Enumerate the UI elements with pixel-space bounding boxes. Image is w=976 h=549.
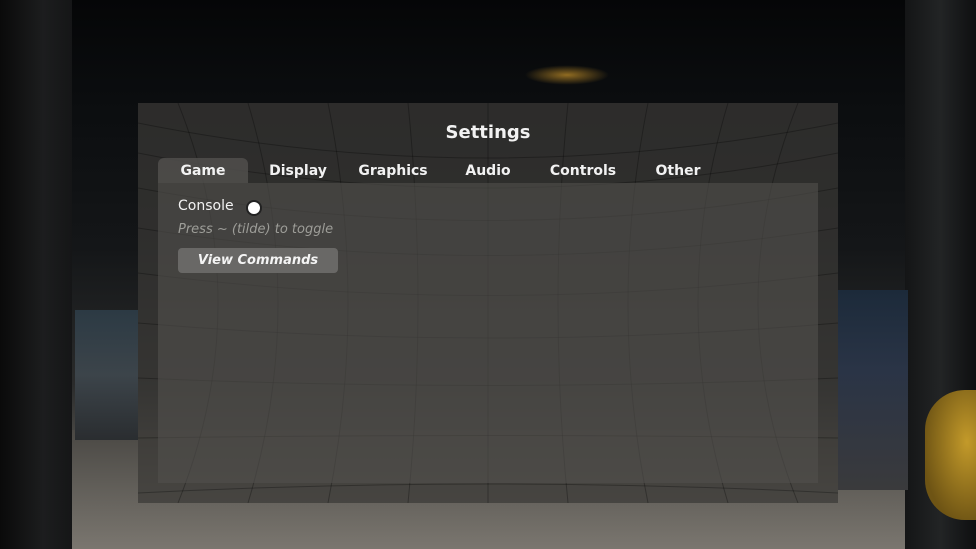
- settings-panel: Settings Game Display Graphics Audio Con…: [138, 103, 838, 503]
- tab-audio[interactable]: Audio: [443, 158, 533, 183]
- toggle-dot-icon: [248, 202, 260, 214]
- tab-display[interactable]: Display: [253, 158, 343, 183]
- background-shelf-right: [838, 290, 908, 490]
- settings-title: Settings: [445, 122, 531, 143]
- background-shelf-left: [75, 310, 138, 440]
- console-hint: Press ~ (tilde) to toggle: [178, 222, 334, 237]
- background-pillar-left: [0, 0, 72, 549]
- tab-other[interactable]: Other: [633, 158, 723, 183]
- tab-game[interactable]: Game: [158, 158, 248, 183]
- tab-graphics[interactable]: Graphics: [348, 158, 438, 183]
- console-label: Console: [178, 198, 234, 214]
- tab-controls[interactable]: Controls: [538, 158, 628, 183]
- console-toggle[interactable]: [246, 200, 262, 216]
- view-commands-button[interactable]: View Commands: [178, 248, 338, 273]
- game-settings-content: Console Press ~ (tilde) to toggle View C…: [158, 183, 818, 483]
- background-yellow-object: [925, 390, 976, 520]
